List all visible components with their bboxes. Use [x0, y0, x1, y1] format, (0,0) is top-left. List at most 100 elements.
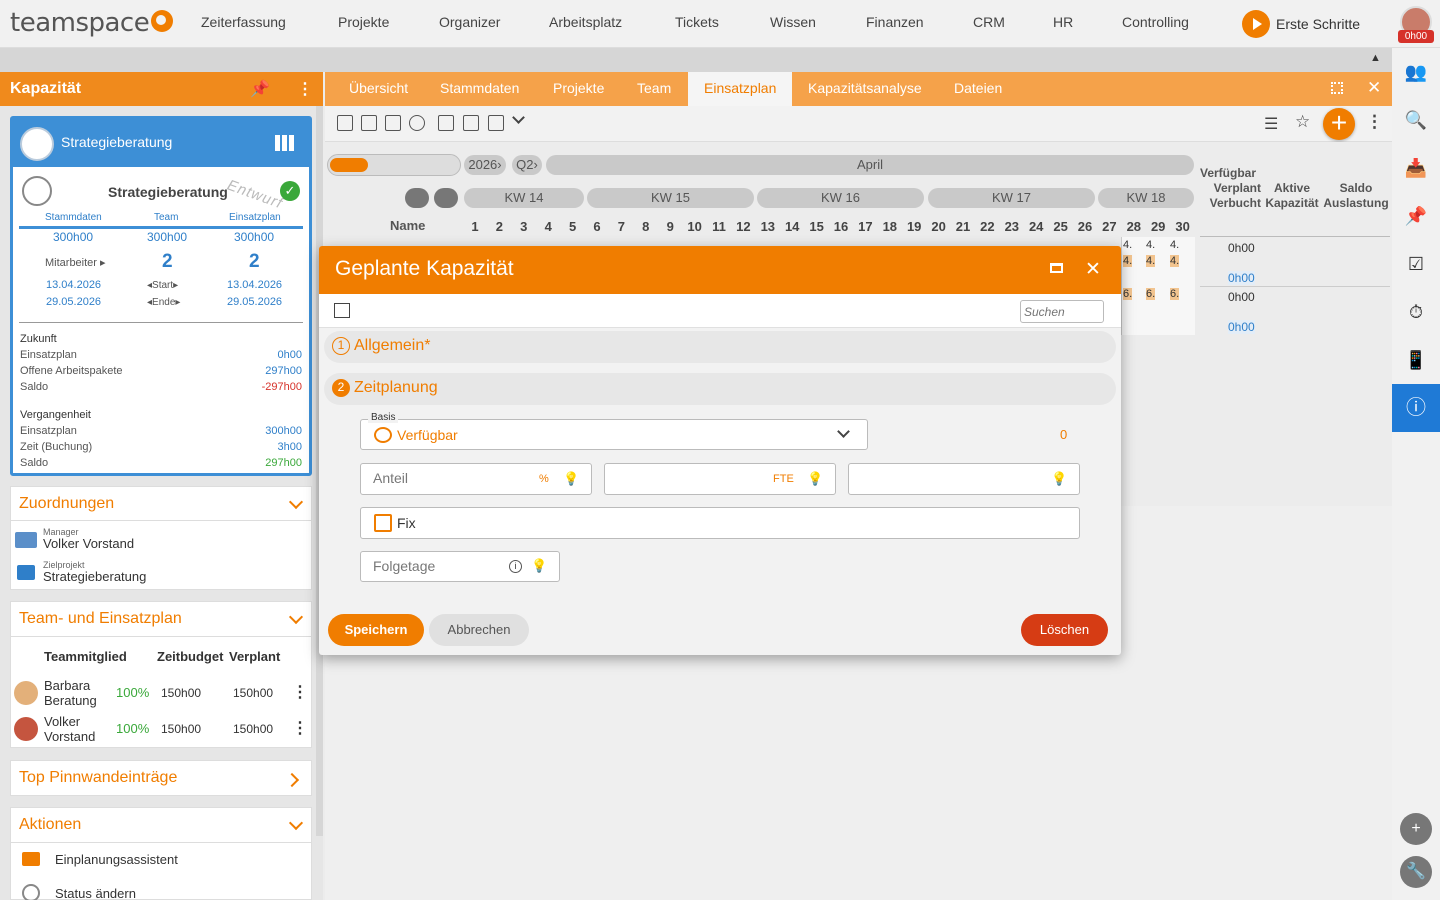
nav-controlling[interactable]: Controlling	[1122, 14, 1189, 30]
fte-input[interactable]	[604, 463, 836, 495]
section-allgemein[interactable]: 1 Allgemein*	[324, 331, 1116, 363]
zuordnungen-title[interactable]: Zuordnungen	[11, 487, 311, 521]
lightbulb-icon[interactable]: 💡	[1051, 471, 1067, 487]
calendar-week-icon[interactable]	[463, 115, 479, 131]
view-card-icon[interactable]	[337, 115, 353, 131]
view-image-icon[interactable]	[361, 115, 377, 131]
next-week-icon[interactable]	[434, 188, 458, 208]
more-menu-icon[interactable]: ⋮	[1366, 112, 1383, 132]
view-switch[interactable]	[327, 154, 461, 176]
add-circle-icon[interactable]: +	[1400, 813, 1432, 845]
fix-checkbox[interactable]	[374, 514, 392, 532]
week-14[interactable]: KW 14	[464, 188, 584, 208]
grid-menu-icon[interactable]	[275, 135, 295, 151]
mobile-icon[interactable]: 📱	[1404, 350, 1428, 374]
month-pill[interactable]: April	[546, 155, 1194, 175]
pin-icon[interactable]: 📌	[250, 79, 270, 99]
nav-hr[interactable]: HR	[1053, 14, 1073, 30]
grid-cell[interactable]: 4.	[1170, 255, 1180, 267]
nav-zeiterfassung[interactable]: Zeiterfassung	[201, 14, 286, 30]
info-icon[interactable]: i	[509, 560, 522, 573]
zukunft-saldo-value: -297h00	[261, 381, 302, 393]
week-17[interactable]: KW 17	[928, 188, 1095, 208]
maximize-icon[interactable]	[1331, 82, 1343, 94]
tab-team[interactable]: Team	[621, 72, 687, 106]
team-title[interactable]: Team- und Einsatzplan	[11, 602, 311, 636]
teamspace-logo[interactable]: teamspace	[10, 8, 174, 38]
task-icon[interactable]: ☑	[1404, 254, 1428, 278]
week-18[interactable]: KW 18	[1098, 188, 1194, 208]
tab-dateien[interactable]: Dateien	[938, 72, 1018, 106]
pinnwand-title[interactable]: Top Pinnwandeinträge	[11, 761, 311, 795]
week-15[interactable]: KW 15	[587, 188, 754, 208]
info-icon[interactable]: ⓘ	[1392, 384, 1440, 432]
people-icon[interactable]: 👥	[1404, 62, 1428, 86]
erste-schritte-button[interactable]: Erste Schritte	[1242, 10, 1360, 38]
team-row-verplant: 150h00	[233, 686, 274, 700]
tab-kapazitaetsanalyse[interactable]: Kapazitätsanalyse	[792, 72, 938, 106]
team-row-name[interactable]: Barbara Beratung	[44, 678, 97, 708]
view-people-icon[interactable]	[409, 115, 425, 131]
search-icon[interactable]: 🔍	[1404, 110, 1428, 134]
nav-arbeitsplatz[interactable]: Arbeitsplatz	[549, 14, 622, 30]
grid-cell[interactable]: 4.	[1146, 255, 1156, 267]
manager-name[interactable]: Volker Vorstand	[43, 536, 134, 551]
lightbulb-icon[interactable]: 💡	[563, 471, 579, 487]
zielprojekt-name[interactable]: Strategieberatung	[43, 569, 146, 584]
view-list-icon[interactable]	[385, 115, 401, 131]
nav-finanzen[interactable]: Finanzen	[866, 14, 924, 30]
aktionen-title[interactable]: Aktionen	[11, 808, 311, 842]
star-icon[interactable]: ☆	[1295, 112, 1310, 132]
nav-projekte[interactable]: Projekte	[338, 14, 389, 30]
restore-icon[interactable]	[1050, 263, 1063, 273]
close-icon[interactable]: ✕	[1367, 78, 1381, 98]
grid-cell[interactable]: 4.	[1123, 255, 1133, 267]
delete-button[interactable]: Löschen	[1021, 614, 1108, 646]
day-number: 19	[906, 219, 922, 234]
calendar-day-icon[interactable]	[438, 115, 454, 131]
grid-cell[interactable]: 4.	[1170, 239, 1179, 251]
lightbulb-icon[interactable]: 💡	[531, 558, 547, 574]
tab-einsatzplan[interactable]: Einsatzplan	[688, 72, 793, 106]
filter-icon[interactable]: ☰	[1264, 114, 1278, 134]
tab-stammdaten[interactable]: Stammdaten	[424, 72, 535, 106]
tab-projekte[interactable]: Projekte	[537, 72, 620, 106]
excel-icon[interactable]	[334, 303, 350, 318]
year-pill[interactable]: 2026›	[464, 155, 506, 175]
pinnwand-section[interactable]: Top Pinnwandeinträge	[10, 760, 312, 796]
stopwatch-icon[interactable]: ⏱	[1404, 302, 1428, 326]
save-button[interactable]: Speichern	[328, 614, 424, 646]
grid-cell[interactable]: 6.	[1170, 288, 1180, 300]
quarter-pill[interactable]: Q2›	[512, 155, 542, 175]
section-zeitplanung[interactable]: 2 Zeitplanung	[324, 373, 1116, 405]
team-row-name[interactable]: Volker Vorstand	[44, 714, 95, 744]
collapse-up-icon[interactable]: ▲	[1370, 52, 1381, 64]
nav-crm[interactable]: CRM	[973, 14, 1005, 30]
nav-wissen[interactable]: Wissen	[770, 14, 816, 30]
aktion-einplanungsassistent[interactable]: Einplanungsassistent	[55, 852, 178, 867]
calendar-month-icon[interactable]	[488, 115, 504, 131]
wrench-icon[interactable]: 🔧	[1400, 856, 1432, 888]
lightbulb-icon[interactable]: 💡	[807, 471, 823, 487]
search-input[interactable]	[1020, 300, 1104, 323]
grid-cell[interactable]: 6.	[1123, 288, 1133, 300]
pin-icon[interactable]: 📌	[1404, 206, 1428, 230]
prev-week-icon[interactable]	[405, 188, 429, 208]
week-16[interactable]: KW 16	[757, 188, 924, 208]
aktion-status-aendern[interactable]: Status ändern	[55, 886, 136, 900]
nav-organizer[interactable]: Organizer	[439, 14, 500, 30]
row-menu-icon[interactable]: ⋮	[292, 682, 308, 702]
more-menu-icon[interactable]: ⋮	[297, 79, 313, 99]
nav-tickets[interactable]: Tickets	[675, 14, 719, 30]
hours-input[interactable]	[848, 463, 1080, 495]
grid-cell[interactable]: 6.	[1146, 288, 1156, 300]
row-menu-icon[interactable]: ⋮	[292, 718, 308, 738]
grid-cell[interactable]: 4.	[1123, 239, 1132, 251]
tab-uebersicht[interactable]: Übersicht	[333, 72, 424, 106]
name-header[interactable]: Name	[390, 218, 425, 233]
close-icon[interactable]: ✕	[1085, 258, 1101, 281]
add-button[interactable]: +	[1323, 108, 1355, 140]
grid-cell[interactable]: 4.	[1146, 239, 1155, 251]
cancel-button[interactable]: Abbrechen	[429, 614, 529, 646]
inbox-icon[interactable]: 📥	[1404, 158, 1428, 182]
